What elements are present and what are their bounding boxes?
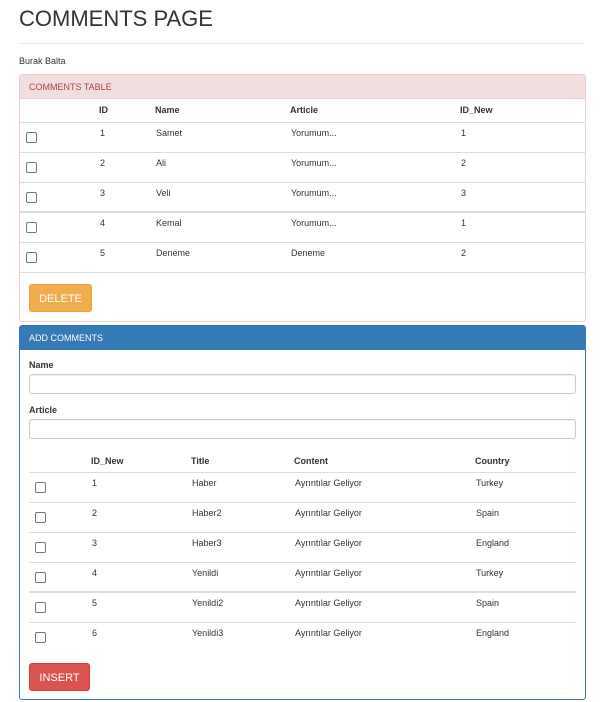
table-row: 3 Haber3 Ayrıntılar Geliyor England (29, 532, 576, 563)
cell-name: Kemal (155, 212, 290, 243)
cell-id-new: 4 (91, 562, 191, 593)
column-header-select (29, 450, 91, 473)
row-checkbox[interactable] (26, 222, 37, 233)
delete-button[interactable]: DELETE (29, 284, 92, 312)
author-name: Burak Balta (19, 56, 66, 66)
insert-button[interactable]: INSERT (29, 663, 90, 691)
cell-country: Turkey (475, 562, 576, 593)
page-title: COMMENTS PAGE (19, 6, 213, 31)
cell-article: Yorumum... (290, 212, 460, 243)
cell-article: Deneme (290, 242, 460, 273)
column-header-id-new: ID_New (91, 450, 191, 473)
cell-name: Samet (155, 122, 290, 153)
table-row: 1 Haber Ayrıntılar Geliyor Turkey (29, 472, 576, 503)
column-header-id: ID (99, 99, 155, 123)
comments-table: ID Name Article ID_New 1 Samet Yorumum..… (20, 99, 585, 273)
cell-id-new: 1 (460, 122, 585, 153)
cell-title: Yenildi3 (192, 627, 224, 638)
cell-article: Yorumum... (290, 122, 460, 153)
column-header-select (20, 99, 99, 123)
row-checkbox[interactable] (35, 511, 46, 523)
cell-id: 3 (99, 182, 155, 213)
table-header-row: ID_New Title Content Country (29, 450, 576, 473)
row-checkbox[interactable] (26, 251, 37, 263)
row-checkbox[interactable] (35, 541, 46, 553)
cell-title: Haber3 (191, 532, 294, 563)
column-header-content: Content (294, 450, 475, 473)
table-row: 3 Veli Yorumum... 3 (20, 182, 585, 213)
cell-id-new: 6 (92, 627, 98, 638)
cell-title: Yenildi (191, 562, 294, 593)
column-header-title: Title (191, 450, 294, 473)
news-table: ID_New Title Content Country 1 Haber Ayr… (29, 450, 576, 652)
add-comments-panel-heading: ADD COMMENTS (20, 326, 585, 350)
column-header-name: Name (155, 99, 290, 123)
cell-content: Ayrıntılar Geliyor (294, 532, 475, 563)
column-header-country: Country (475, 450, 576, 473)
cell-country: England (476, 627, 510, 638)
cell-id-new: 3 (460, 182, 585, 213)
row-checkbox[interactable] (26, 131, 37, 143)
row-checkbox[interactable] (26, 191, 37, 203)
cell-country: England (475, 532, 576, 563)
article-label: Article (29, 405, 58, 415)
cell-name: Ali (155, 152, 290, 183)
table-row: 2 Haber2 Ayrıntılar Geliyor Spain (29, 502, 576, 533)
table-row: 6 Yenildi3 Ayrıntılar Geliyor England (29, 622, 576, 652)
cell-id: 4 (99, 212, 155, 243)
cell-article: Yorumum... (290, 182, 460, 213)
title-divider (19, 43, 585, 44)
row-checkbox[interactable] (35, 571, 46, 583)
article-input[interactable] (29, 419, 576, 439)
table-row: 4 Kemal Yorumum... 1 (20, 212, 585, 243)
table-row: 4 Yenildi Ayrıntılar Geliyor Turkey (29, 562, 576, 593)
cell-id-new: 2 (460, 152, 585, 183)
cell-content: Ayrıntılar Geliyor (294, 592, 475, 623)
table-row: 5 Deneme Deneme 2 (20, 242, 585, 273)
cell-name: Veli (155, 182, 290, 213)
cell-content: Ayrıntılar Geliyor (295, 627, 362, 638)
name-label: Name (29, 360, 54, 370)
cell-id-new: 2 (460, 242, 585, 273)
cell-title: Yenildi2 (191, 592, 294, 623)
table-row: 5 Yenildi2 Ayrıntılar Geliyor Spain (29, 592, 576, 623)
row-checkbox[interactable] (35, 602, 46, 613)
name-input[interactable] (29, 374, 576, 394)
cell-country: Spain (475, 592, 576, 623)
cell-id-new: 5 (91, 592, 191, 623)
comments-panel: COMMENTS TABLE ID Name Article ID_New 1 … (19, 74, 586, 322)
table-header-row: ID Name Article ID_New (20, 99, 585, 123)
row-checkbox[interactable] (35, 481, 46, 493)
table-row: 1 Samet Yorumum... 1 (20, 122, 585, 153)
cell-article: Yorumum... (290, 152, 460, 183)
cell-id-new: 3 (91, 532, 191, 563)
cell-country: Spain (475, 502, 576, 533)
cell-content: Ayrıntılar Geliyor (294, 472, 475, 503)
cell-title: Haber2 (191, 502, 294, 533)
cell-id-new: 1 (91, 472, 191, 503)
column-header-id-new: ID_New (460, 99, 585, 123)
column-header-article: Article (290, 99, 460, 123)
cell-name: Deneme (155, 242, 290, 273)
table-row: 2 Ali Yorumum... 2 (20, 152, 585, 183)
add-comments-panel: ADD COMMENTS Name Article ID_New Title C… (19, 325, 586, 700)
cell-id: 2 (99, 152, 155, 183)
cell-id-new: 2 (91, 502, 191, 533)
cell-content: Ayrıntılar Geliyor (294, 562, 475, 593)
cell-country: Turkey (475, 472, 576, 503)
comments-panel-heading: COMMENTS TABLE (20, 75, 585, 99)
cell-id-new: 1 (460, 212, 585, 243)
cell-id: 1 (99, 122, 155, 153)
row-checkbox[interactable] (26, 161, 37, 173)
cell-title: Haber (191, 472, 294, 503)
cell-content: Ayrıntılar Geliyor (294, 502, 475, 533)
cell-id: 5 (99, 242, 155, 273)
row-checkbox[interactable] (35, 631, 46, 643)
